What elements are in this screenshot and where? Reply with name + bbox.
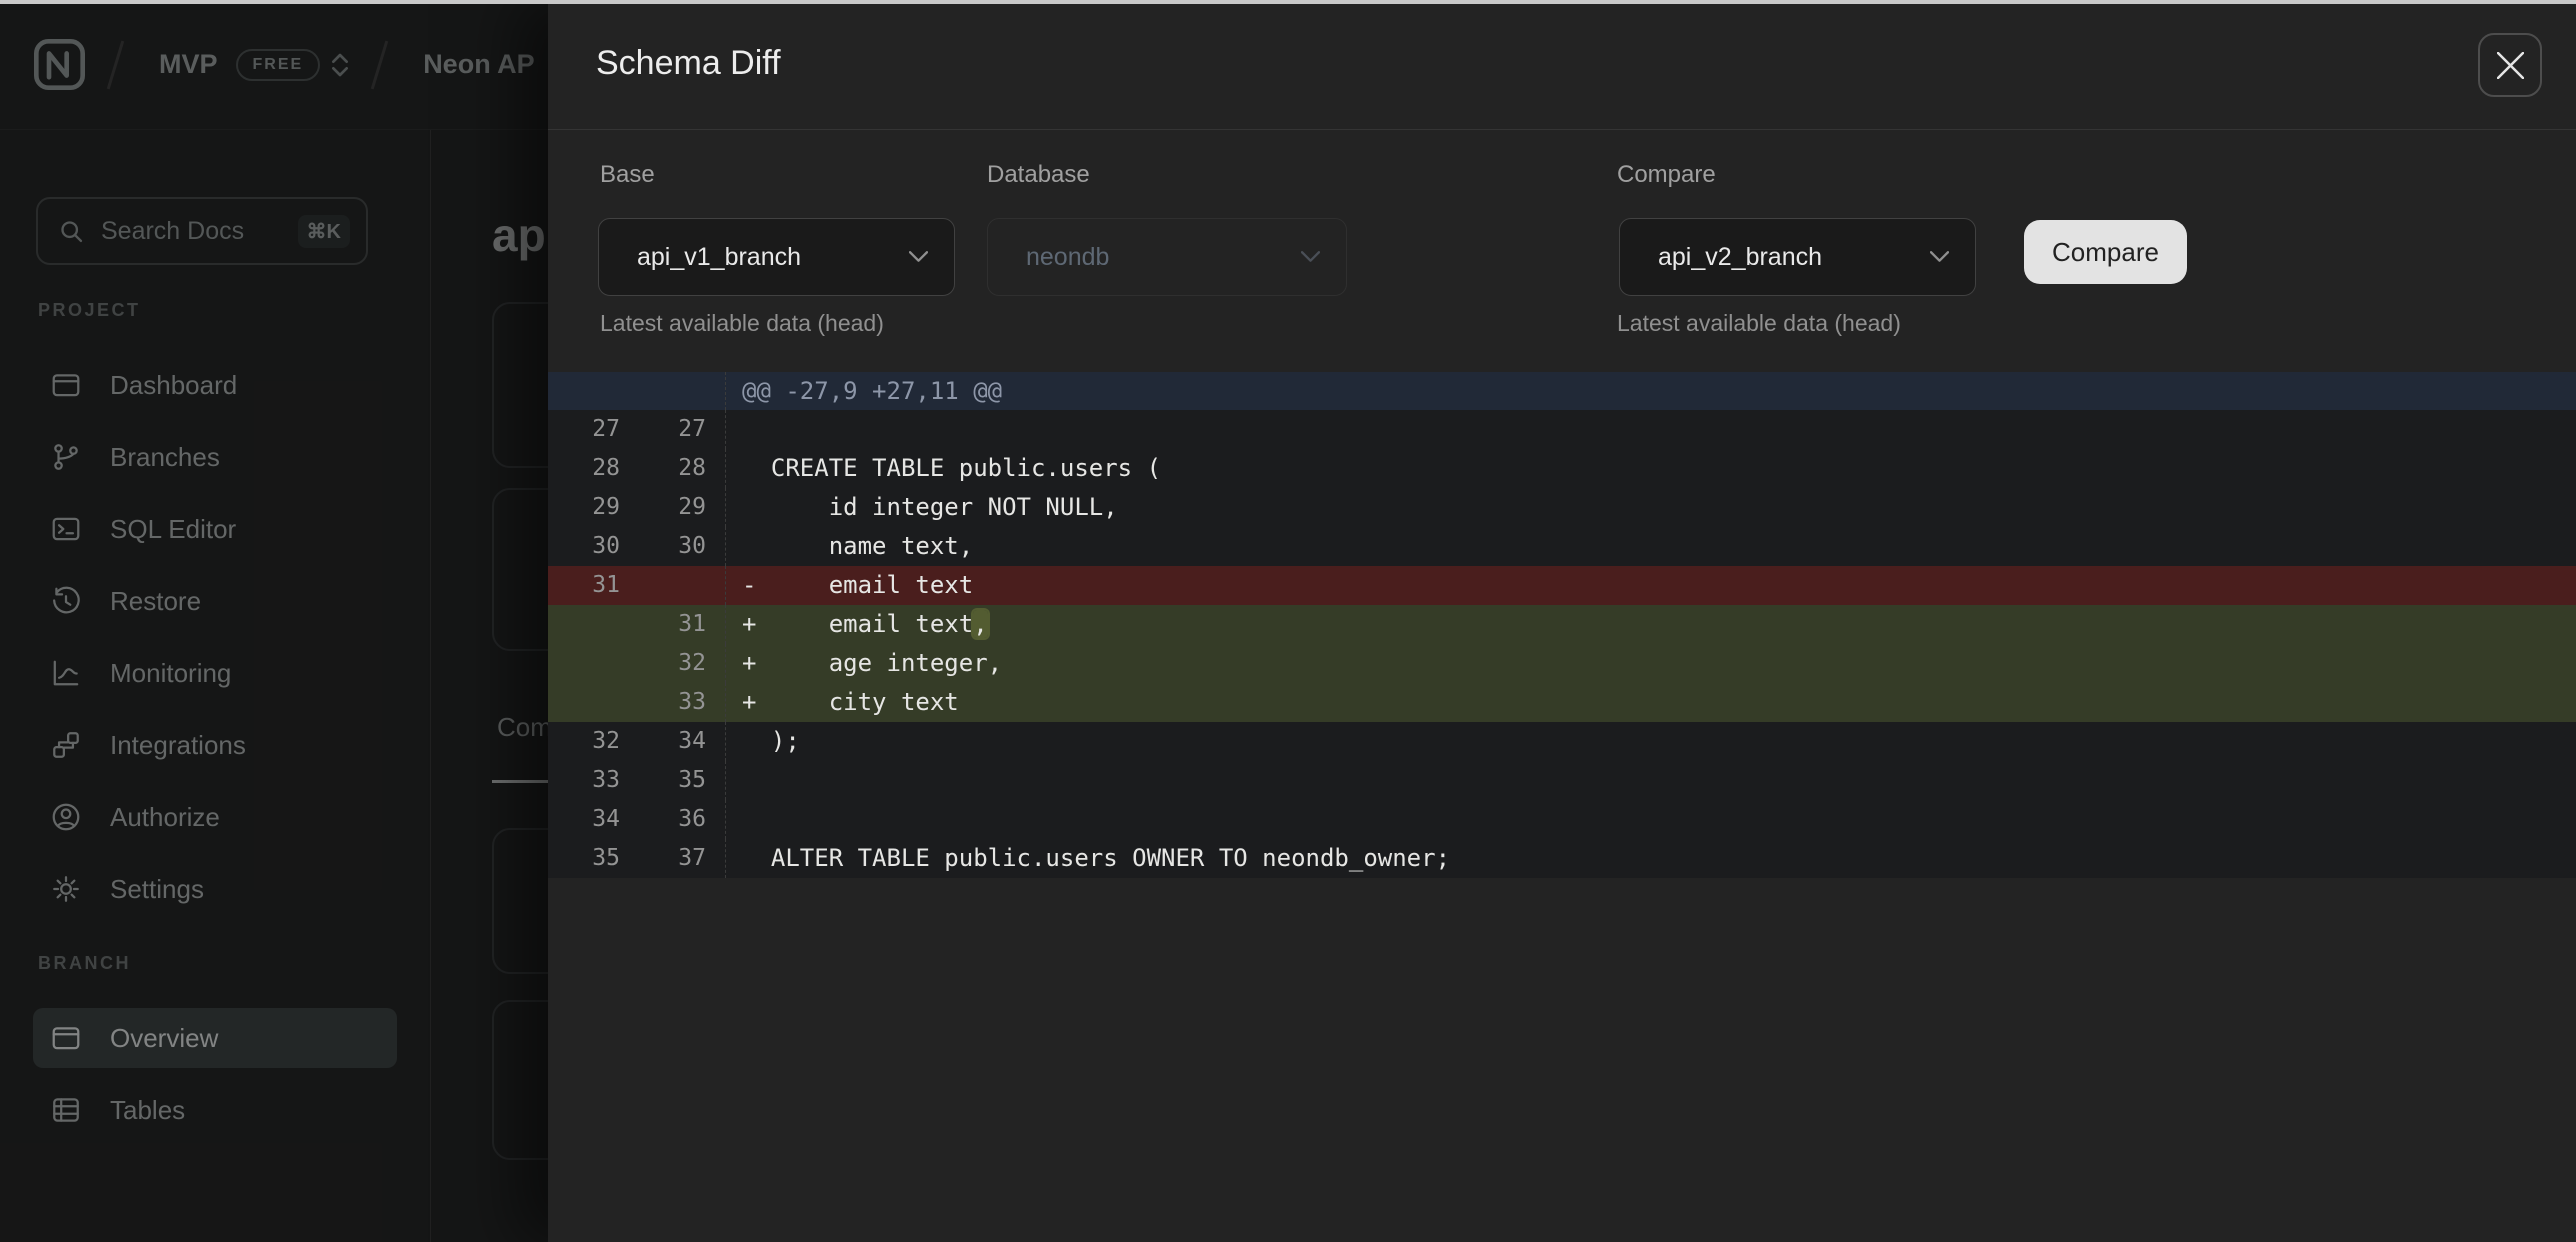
window-top-edge xyxy=(0,0,2576,4)
diff-code-text: ); xyxy=(725,722,2576,761)
old-line-number: 30 xyxy=(548,527,626,566)
diff-code-text: - email text xyxy=(725,566,2576,605)
chevron-down-icon xyxy=(1301,251,1320,263)
base-branch-select[interactable]: api_v1_branch xyxy=(598,218,955,296)
database-select: neondb xyxy=(987,218,1347,296)
diff-code-text xyxy=(725,410,2576,449)
new-line-number: 32 xyxy=(626,644,712,683)
new-line-number: 27 xyxy=(626,410,712,449)
diff-line-context: 3335 xyxy=(548,761,2576,800)
schema-diff-viewer: @@ -27,9 +27,11 @@2727 2828 CREATE TABLE… xyxy=(548,372,2576,878)
diff-line-context: 2929 id integer NOT NULL, xyxy=(548,488,2576,527)
new-line-number: 33 xyxy=(626,683,712,722)
schema-diff-modal: Schema Diff Base Database Compare api_v1… xyxy=(548,0,2576,1242)
diff-line-deleted: 31 - email text xyxy=(548,566,2576,605)
diff-line-context: 3234 ); xyxy=(548,722,2576,761)
new-line-number: 35 xyxy=(626,761,712,800)
modal-header: Schema Diff xyxy=(548,0,2576,130)
database-label: Database xyxy=(987,161,1090,189)
old-line-number: 28 xyxy=(548,449,626,488)
diff-hunk-header: @@ -27,9 +27,11 @@ xyxy=(548,372,2576,410)
old-line-number: 32 xyxy=(548,722,626,761)
new-line-number: 36 xyxy=(626,800,712,839)
old-line-number: 27 xyxy=(548,410,626,449)
old-line-number: 33 xyxy=(548,761,626,800)
close-button[interactable] xyxy=(2478,33,2542,97)
app-window: MVP FREE Neon AP Search Docs ⌘K PROJECTD… xyxy=(0,0,2576,1242)
new-line-number: 29 xyxy=(626,488,712,527)
compare-button[interactable]: Compare xyxy=(2024,220,2187,284)
diff-line-added: 32 + age integer, xyxy=(548,644,2576,683)
word-diff-highlight: , xyxy=(973,610,987,638)
diff-code-text xyxy=(725,761,2576,800)
old-line-number xyxy=(548,372,626,410)
diff-code-text: + email text, xyxy=(725,605,2576,644)
diff-code-text: ALTER TABLE public.users OWNER TO neondb… xyxy=(725,839,2576,878)
close-icon xyxy=(2497,52,2524,79)
old-line-number: 29 xyxy=(548,488,626,527)
compare-branch-value: api_v2_branch xyxy=(1658,243,1822,272)
diff-line-added: 31 + email text, xyxy=(548,605,2576,644)
diff-line-context: 3537 ALTER TABLE public.users OWNER TO n… xyxy=(548,839,2576,878)
old-line-number xyxy=(548,683,626,722)
new-line-number: 37 xyxy=(626,839,712,878)
diff-code-text: id integer NOT NULL, xyxy=(725,488,2576,527)
old-line-number: 34 xyxy=(548,800,626,839)
base-label: Base xyxy=(600,161,655,189)
diff-line-added: 33 + city text xyxy=(548,683,2576,722)
base-helper-text: Latest available data (head) xyxy=(600,310,884,337)
old-line-number xyxy=(548,644,626,683)
diff-code-text: name text, xyxy=(725,527,2576,566)
new-line-number: 30 xyxy=(626,527,712,566)
compare-label: Compare xyxy=(1617,161,1716,189)
diff-line-context: 3436 xyxy=(548,800,2576,839)
new-line-number: 28 xyxy=(626,449,712,488)
diff-line-context: 3030 name text, xyxy=(548,527,2576,566)
chevron-down-icon xyxy=(1930,251,1949,263)
base-branch-value: api_v1_branch xyxy=(637,243,801,272)
diff-line-context: 2828 CREATE TABLE public.users ( xyxy=(548,449,2576,488)
new-line-number: 34 xyxy=(626,722,712,761)
compare-helper-text: Latest available data (head) xyxy=(1617,310,1901,337)
old-line-number: 31 xyxy=(548,566,626,605)
diff-code-text xyxy=(725,800,2576,839)
diff-code-text: @@ -27,9 +27,11 @@ xyxy=(725,372,2576,410)
database-value: neondb xyxy=(1026,243,1109,272)
diff-code-text: CREATE TABLE public.users ( xyxy=(725,449,2576,488)
new-line-number: 31 xyxy=(626,605,712,644)
new-line-number xyxy=(626,566,712,605)
old-line-number xyxy=(548,605,626,644)
old-line-number: 35 xyxy=(548,839,626,878)
modal-title: Schema Diff xyxy=(596,44,781,83)
compare-branch-select[interactable]: api_v2_branch xyxy=(1619,218,1976,296)
new-line-number xyxy=(626,372,712,410)
diff-code-text: + age integer, xyxy=(725,644,2576,683)
chevron-down-icon xyxy=(909,251,928,263)
diff-line-context: 2727 xyxy=(548,410,2576,449)
diff-code-text: + city text xyxy=(725,683,2576,722)
